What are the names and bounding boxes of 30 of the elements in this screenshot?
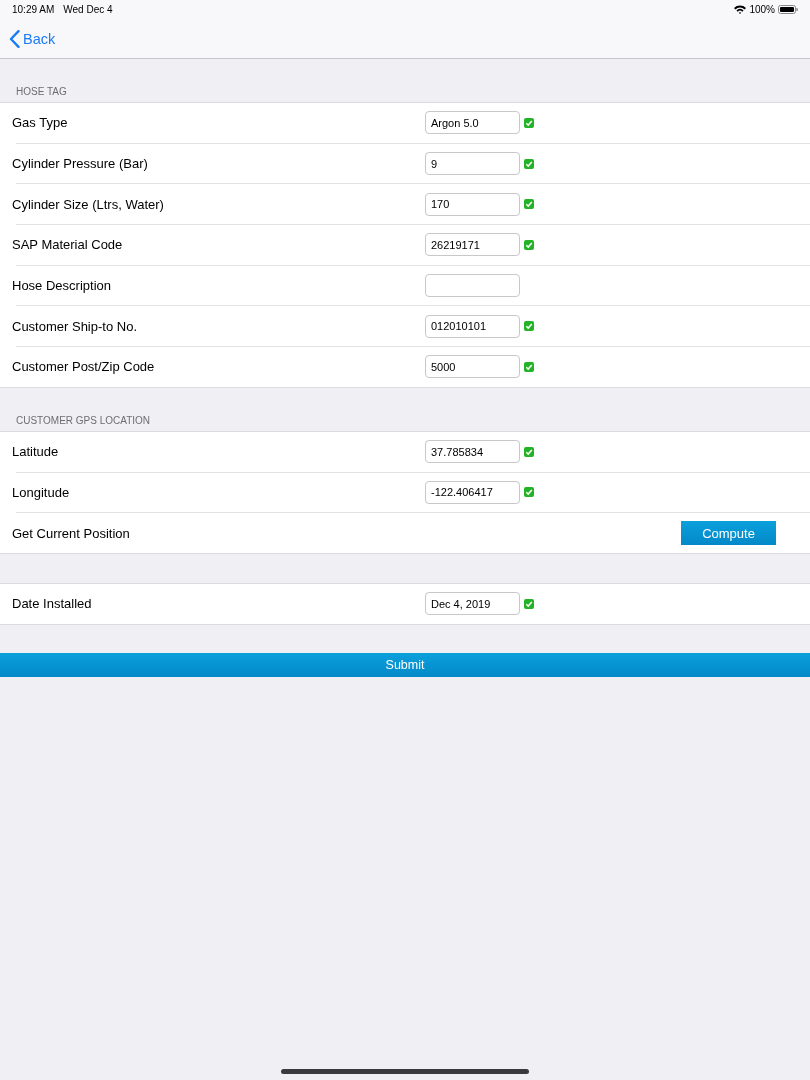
text-field[interactable]: 26219171	[425, 233, 520, 257]
battery-icon	[778, 5, 798, 14]
field-label: Customer Post/Zip Code	[12, 359, 156, 375]
text-field[interactable]: Argon 5.0	[425, 111, 520, 135]
field-label: Latitude	[12, 444, 60, 460]
chevron-left-icon	[9, 29, 20, 48]
field-label: Hose Description	[12, 278, 112, 294]
text-field[interactable]: 9	[425, 152, 520, 176]
field-label: Longitude	[12, 484, 71, 500]
text-field[interactable]: Dec 4, 2019	[425, 592, 520, 616]
section-header: CUSTOMER GPS LOCATION	[16, 414, 151, 426]
field-label: Gas Type	[12, 115, 69, 131]
text-field[interactable]: 37.785834	[425, 440, 520, 464]
field-label: Date Installed	[12, 596, 93, 612]
wifi-icon	[734, 5, 747, 14]
text-field[interactable]: 170	[425, 192, 520, 216]
battery-percent: 100%	[749, 4, 775, 15]
text-field[interactable]: -122.406417	[425, 480, 520, 504]
back-button[interactable]: Back	[9, 29, 56, 48]
section-header: HOSE TAG	[16, 86, 67, 97]
field-label: Get Current Position	[12, 525, 130, 541]
field-label: SAP Material Code	[12, 237, 124, 253]
field-label: Cylinder Size (Ltrs, Water)	[12, 196, 165, 212]
field-label: Cylinder Pressure (Bar)	[12, 156, 149, 172]
text-field[interactable]	[425, 274, 520, 298]
status-time: 10:29 AM	[12, 4, 55, 15]
field-label: Customer Ship-to No.	[12, 318, 138, 334]
text-field[interactable]: 012010101	[425, 314, 520, 338]
text-field[interactable]: 5000	[425, 355, 520, 379]
status-date: Wed Dec 4	[63, 4, 113, 15]
